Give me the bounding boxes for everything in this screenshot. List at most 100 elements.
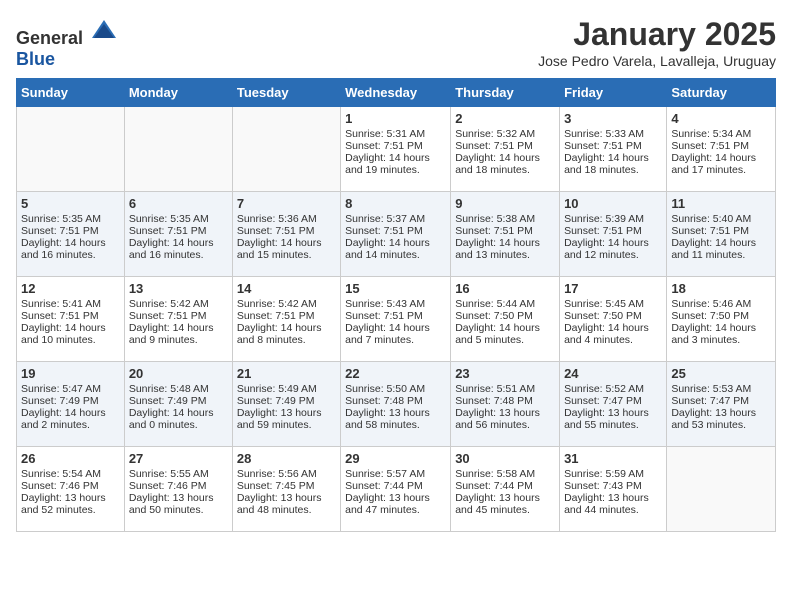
day-number: 31 (564, 451, 662, 466)
calendar-week-row: 26Sunrise: 5:54 AMSunset: 7:46 PMDayligh… (17, 447, 776, 532)
cell-line: Daylight: 13 hours (129, 492, 228, 504)
weekday-header: Saturday (667, 79, 776, 107)
cell-line: Sunrise: 5:36 AM (237, 213, 336, 225)
cell-line: and 5 minutes. (455, 334, 555, 346)
calendar-cell: 27Sunrise: 5:55 AMSunset: 7:46 PMDayligh… (124, 447, 232, 532)
cell-line: Daylight: 13 hours (237, 492, 336, 504)
cell-line: Sunset: 7:51 PM (345, 140, 446, 152)
cell-line: Sunrise: 5:53 AM (671, 383, 771, 395)
cell-line: Sunset: 7:46 PM (21, 480, 120, 492)
cell-line: Daylight: 14 hours (564, 322, 662, 334)
weekday-header: Wednesday (341, 79, 451, 107)
cell-line: and 55 minutes. (564, 419, 662, 431)
cell-line: and 9 minutes. (129, 334, 228, 346)
day-number: 18 (671, 281, 771, 296)
cell-line: Sunset: 7:50 PM (455, 310, 555, 322)
cell-line: Sunrise: 5:44 AM (455, 298, 555, 310)
cell-line: and 4 minutes. (564, 334, 662, 346)
day-number: 25 (671, 366, 771, 381)
calendar-cell: 16 Sunrise: 5:44 AMSunset: 7:50 PMDayligh… (451, 277, 560, 362)
cell-line: Sunset: 7:49 PM (237, 395, 336, 407)
calendar-cell: 3Sunrise: 5:33 AMSunset: 7:51 PMDaylight… (560, 107, 667, 192)
cell-line: Sunset: 7:43 PM (564, 480, 662, 492)
cell-line: Sunset: 7:49 PM (21, 395, 120, 407)
cell-line: Sunset: 7:48 PM (345, 395, 446, 407)
cell-line: and 18 minutes. (455, 164, 555, 176)
cell-line: Sunset: 7:51 PM (671, 225, 771, 237)
cell-line: Sunrise: 5:41 AM (21, 298, 120, 310)
cell-line: Sunset: 7:45 PM (237, 480, 336, 492)
cell-line: Sunset: 7:51 PM (237, 225, 336, 237)
cell-line: Daylight: 14 hours (345, 322, 446, 334)
cell-line: Sunset: 7:46 PM (129, 480, 228, 492)
cell-line: Sunrise: 5:46 AM (671, 298, 771, 310)
calendar-cell: 15Sunrise: 5:43 AMSunset: 7:51 PMDayligh… (341, 277, 451, 362)
weekday-header-row: SundayMondayTuesdayWednesdayThursdayFrid… (17, 79, 776, 107)
cell-line: Sunset: 7:47 PM (671, 395, 771, 407)
day-number: 11 (671, 196, 771, 211)
cell-line: Daylight: 14 hours (671, 322, 771, 334)
cell-line: Sunrise: 5:35 AM (129, 213, 228, 225)
cell-line: and 19 minutes. (345, 164, 446, 176)
cell-line: and 10 minutes. (21, 334, 120, 346)
cell-line: Daylight: 14 hours (671, 152, 771, 164)
cell-line: Sunrise: 5:32 AM (455, 128, 555, 140)
cell-line: and 53 minutes. (671, 419, 771, 431)
cell-line: and 3 minutes. (671, 334, 771, 346)
cell-line: Sunset: 7:51 PM (564, 140, 662, 152)
day-number: 21 (237, 366, 336, 381)
calendar-week-row: 19Sunrise: 5:47 AMSunset: 7:49 PMDayligh… (17, 362, 776, 447)
cell-line: and 45 minutes. (455, 504, 555, 516)
calendar-cell: 17Sunrise: 5:45 AMSunset: 7:50 PMDayligh… (560, 277, 667, 362)
calendar-cell: 11Sunrise: 5:40 AMSunset: 7:51 PMDayligh… (667, 192, 776, 277)
cell-line: Sunset: 7:51 PM (671, 140, 771, 152)
calendar-title: January 2025 (538, 16, 776, 53)
calendar-cell (667, 447, 776, 532)
cell-line: Sunset: 7:48 PM (455, 395, 555, 407)
calendar-cell: 23Sunrise: 5:51 AMSunset: 7:48 PMDayligh… (451, 362, 560, 447)
logo-general: General (16, 28, 83, 48)
calendar-cell: 29Sunrise: 5:57 AMSunset: 7:44 PMDayligh… (341, 447, 451, 532)
cell-line: Sunrise: 5:42 AM (237, 298, 336, 310)
calendar-cell: 4Sunrise: 5:34 AMSunset: 7:51 PMDaylight… (667, 107, 776, 192)
cell-line: and 14 minutes. (345, 249, 446, 261)
cell-line: Daylight: 13 hours (671, 407, 771, 419)
day-number: 29 (345, 451, 446, 466)
day-number: 13 (129, 281, 228, 296)
calendar-subtitle: Jose Pedro Varela, Lavalleja, Uruguay (538, 53, 776, 69)
cell-line: Sunset: 7:44 PM (345, 480, 446, 492)
day-number: 28 (237, 451, 336, 466)
day-number: 16 (455, 281, 555, 296)
cell-line: and 47 minutes. (345, 504, 446, 516)
cell-line: and 13 minutes. (455, 249, 555, 261)
cell-line: Sunrise: 5:48 AM (129, 383, 228, 395)
cell-line: Sunset: 7:50 PM (671, 310, 771, 322)
cell-line: and 15 minutes. (237, 249, 336, 261)
calendar-cell: 9Sunrise: 5:38 AMSunset: 7:51 PMDaylight… (451, 192, 560, 277)
day-number: 10 (564, 196, 662, 211)
cell-line: and 59 minutes. (237, 419, 336, 431)
cell-line: Daylight: 14 hours (237, 237, 336, 249)
calendar-cell: 5Sunrise: 5:35 AMSunset: 7:51 PMDaylight… (17, 192, 125, 277)
calendar-cell (124, 107, 232, 192)
logo-text: General Blue (16, 16, 118, 70)
calendar-cell: 30Sunrise: 5:58 AMSunset: 7:44 PMDayligh… (451, 447, 560, 532)
cell-line: Daylight: 13 hours (455, 407, 555, 419)
cell-line: Daylight: 13 hours (21, 492, 120, 504)
cell-line: Sunset: 7:51 PM (345, 310, 446, 322)
cell-line: Sunrise: 5:56 AM (237, 468, 336, 480)
cell-line: Daylight: 13 hours (237, 407, 336, 419)
cell-line: Sunrise: 5:47 AM (21, 383, 120, 395)
cell-line: and 17 minutes. (671, 164, 771, 176)
cell-line: Daylight: 14 hours (455, 322, 555, 334)
cell-line: Sunrise: 5:33 AM (564, 128, 662, 140)
cell-line: Sunrise: 5:39 AM (564, 213, 662, 225)
cell-line: Daylight: 14 hours (21, 237, 120, 249)
cell-line: Daylight: 13 hours (345, 407, 446, 419)
weekday-header: Thursday (451, 79, 560, 107)
cell-line: and 44 minutes. (564, 504, 662, 516)
day-number: 14 (237, 281, 336, 296)
day-number: 23 (455, 366, 555, 381)
cell-line: Sunrise: 5:57 AM (345, 468, 446, 480)
calendar-cell: 13Sunrise: 5:42 AMSunset: 7:51 PMDayligh… (124, 277, 232, 362)
